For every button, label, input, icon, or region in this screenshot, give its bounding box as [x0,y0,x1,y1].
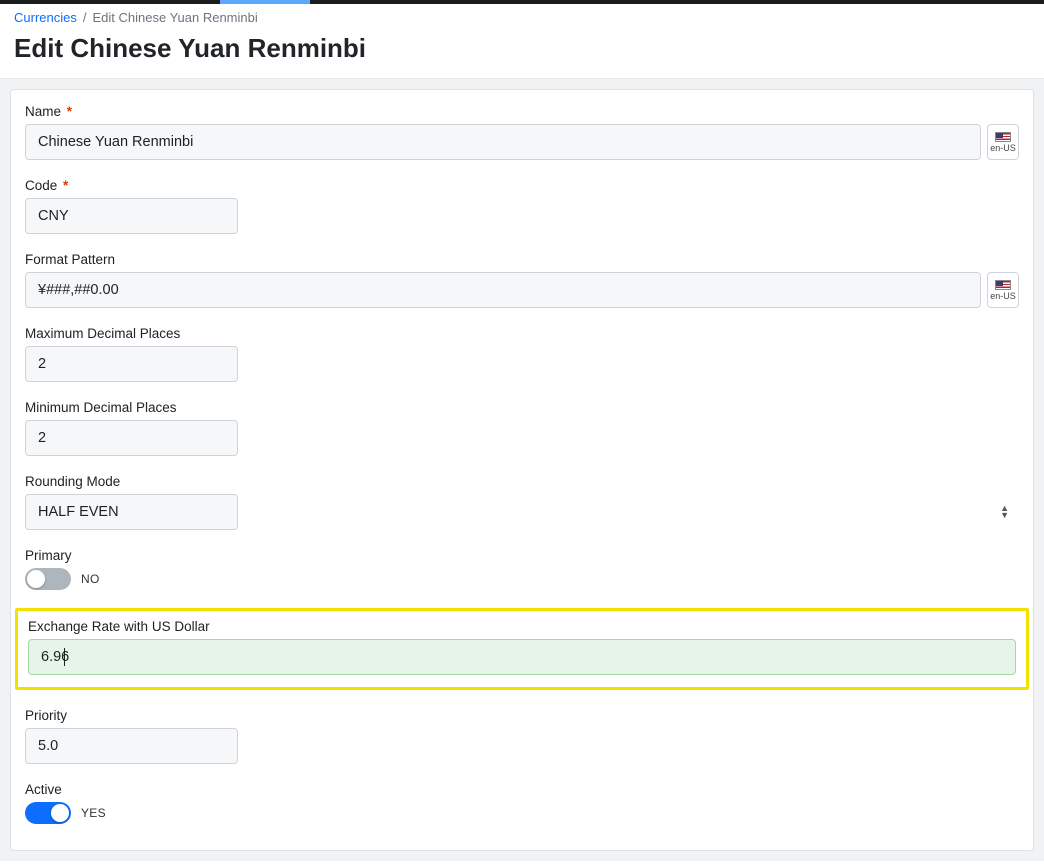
us-flag-icon [995,132,1011,142]
field-active: Active YES [25,782,1019,824]
priority-input[interactable] [25,728,238,764]
field-primary: Primary NO [25,548,1019,590]
label-rounding-mode: Rounding Mode [25,474,1019,489]
primary-toggle-text: NO [81,572,100,586]
locale-badge[interactable]: en-US [987,272,1019,308]
us-flag-icon [995,280,1011,290]
field-format-pattern: Format Pattern en-US [25,252,1019,308]
field-exchange-rate: Exchange Rate with US Dollar [15,608,1029,690]
label-max-decimal: Maximum Decimal Places [25,326,1019,341]
label-name: Name * [25,104,1019,119]
locale-code: en-US [990,291,1016,301]
primary-toggle[interactable] [25,568,71,590]
label-primary: Primary [25,548,1019,563]
field-min-decimal: Minimum Decimal Places [25,400,1019,456]
label-priority: Priority [25,708,1019,723]
active-toggle[interactable] [25,802,71,824]
exchange-rate-input[interactable] [28,639,1016,675]
format-pattern-input[interactable] [25,272,981,308]
select-arrows-icon: ▲▼ [1000,505,1009,519]
field-rounding-mode: Rounding Mode ▲▼ [25,474,1019,530]
rounding-mode-select[interactable] [25,494,238,530]
field-name: Name * en-US [25,104,1019,160]
loading-indicator [220,0,310,4]
max-decimal-input[interactable] [25,346,238,382]
min-decimal-input[interactable] [25,420,238,456]
label-exchange-rate: Exchange Rate with US Dollar [28,619,1016,634]
required-marker: * [63,178,68,193]
page-title: Edit Chinese Yuan Renminbi [0,29,1044,78]
required-marker: * [67,104,72,119]
label-format-pattern: Format Pattern [25,252,1019,267]
label-code: Code * [25,178,1019,193]
form-card: Name * en-US Code * Format Pattern [10,89,1034,851]
field-max-decimal: Maximum Decimal Places [25,326,1019,382]
breadcrumb: Currencies / Edit Chinese Yuan Renminbi [0,4,1044,29]
label-active: Active [25,782,1019,797]
breadcrumb-current: Edit Chinese Yuan Renminbi [92,10,257,25]
text-caret [64,648,65,666]
field-code: Code * [25,178,1019,234]
content-area: Name * en-US Code * Format Pattern [0,78,1044,861]
locale-code: en-US [990,143,1016,153]
field-priority: Priority [25,708,1019,764]
code-input[interactable] [25,198,238,234]
breadcrumb-root-link[interactable]: Currencies [14,10,77,25]
label-min-decimal: Minimum Decimal Places [25,400,1019,415]
top-bar [0,0,1044,4]
name-input[interactable] [25,124,981,160]
active-toggle-text: YES [81,806,106,820]
locale-badge[interactable]: en-US [987,124,1019,160]
breadcrumb-separator: / [83,10,87,25]
